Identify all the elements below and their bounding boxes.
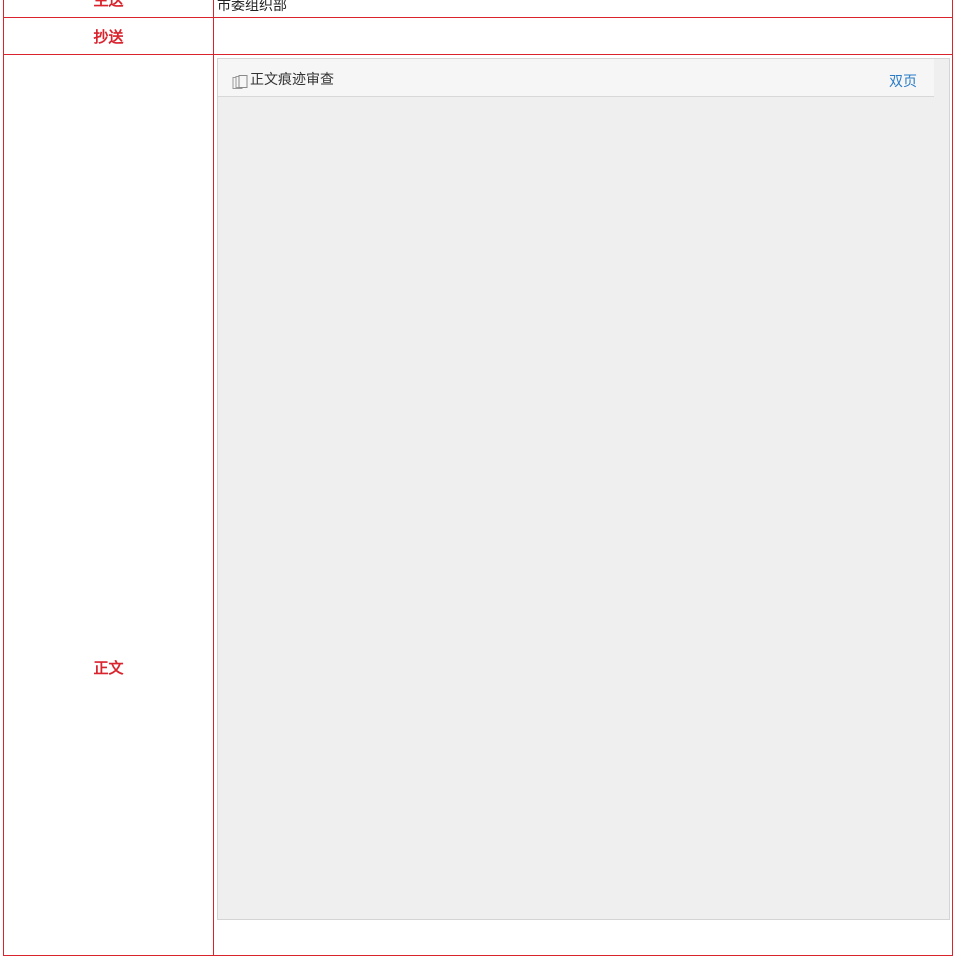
main-recipient-value: 市委组织部	[217, 0, 287, 14]
main-recipient-row: 主送 市委组织部	[3, 0, 953, 18]
main-recipient-value-cell: 市委组织部	[213, 0, 953, 18]
double-page-view-link[interactable]: 双页	[889, 71, 917, 91]
document-pages-icon	[232, 75, 248, 89]
cc-label: 抄送	[3, 17, 214, 55]
cc-value	[213, 17, 953, 55]
main-recipient-label: 主送	[3, 0, 214, 18]
document-form-table: 主送 市委组织部 抄送 正文 正文痕迹审查 双页	[3, 0, 953, 956]
body-text-label-cell: 正文	[3, 54, 214, 956]
cc-row: 抄送	[3, 17, 953, 55]
body-text-label: 正文	[93, 659, 124, 677]
track-changes-review-title: 正文痕迹审查	[250, 72, 334, 88]
document-viewer-toolbar: 正文痕迹审查 双页	[218, 59, 934, 97]
body-text-viewer-cell: 正文痕迹审查 双页	[213, 54, 953, 956]
body-text-row: 正文 正文痕迹审查 双页	[3, 54, 953, 956]
document-viewer[interactable]: 正文痕迹审查 双页	[217, 58, 950, 920]
